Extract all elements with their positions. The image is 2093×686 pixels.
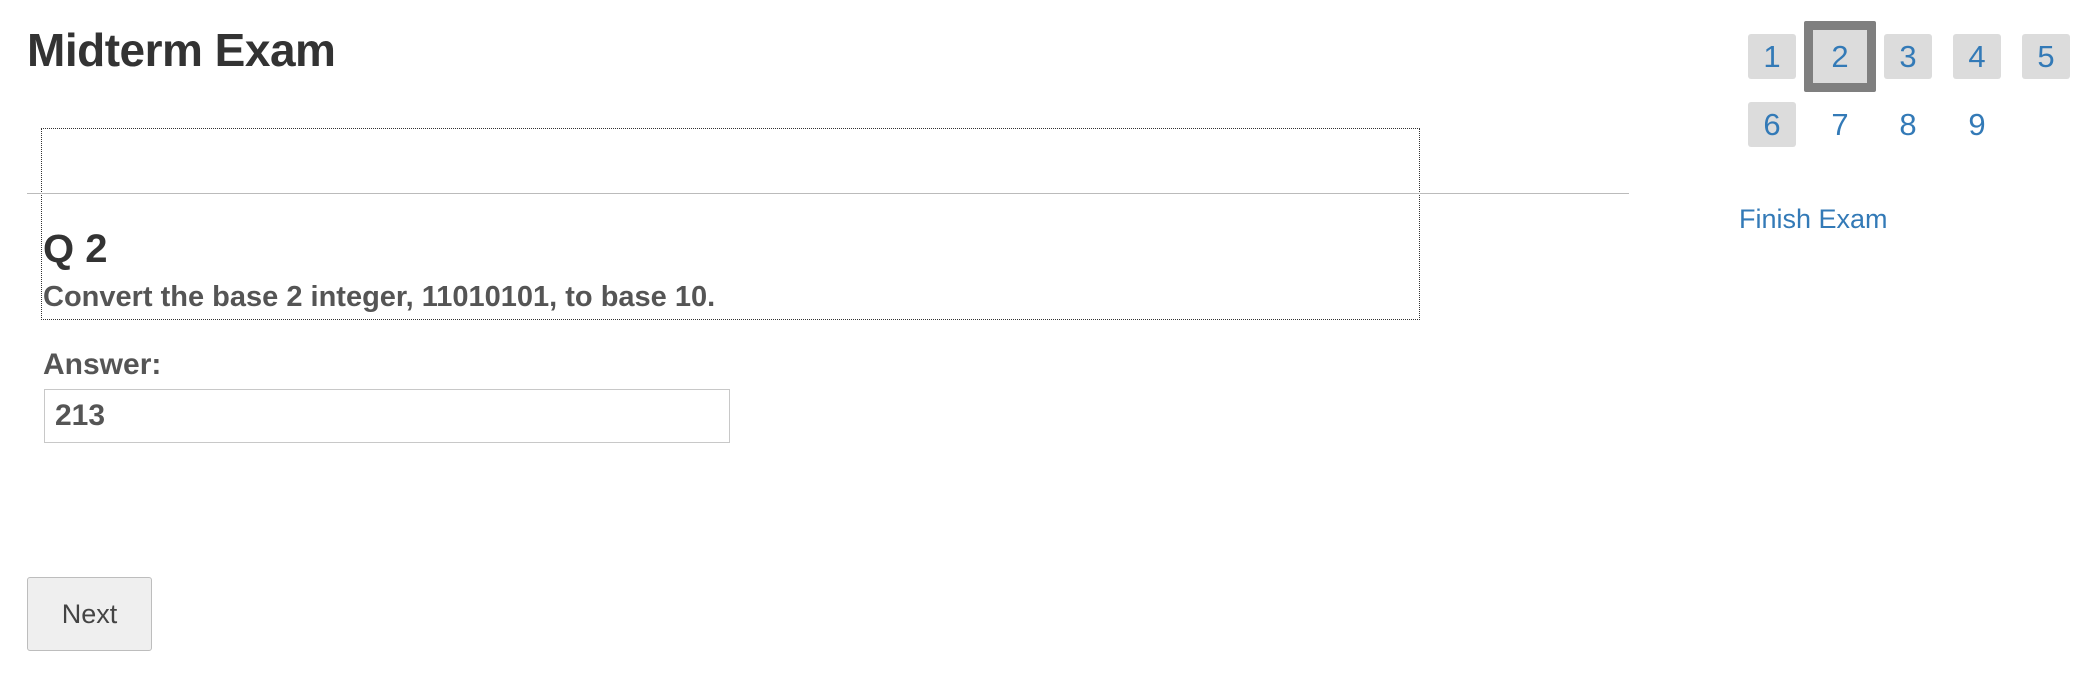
question-nav-item-8[interactable]: 8: [1884, 102, 1932, 147]
question-number: Q 2: [43, 227, 108, 271]
question-nav-item-6[interactable]: 6: [1748, 102, 1796, 147]
next-button[interactable]: Next: [27, 577, 152, 651]
page-title: Midterm Exam: [27, 24, 336, 76]
divider: [27, 193, 1629, 194]
answer-input[interactable]: [44, 389, 730, 443]
question-text: Convert the base 2 integer, 11010101, to…: [43, 281, 716, 313]
answer-label: Answer:: [43, 348, 162, 381]
exam-page: Midterm Exam Q 2 Convert the base 2 inte…: [0, 0, 2093, 686]
question-nav-item-7[interactable]: 7: [1816, 102, 1864, 147]
question-nav-item-3[interactable]: 3: [1884, 34, 1932, 79]
question-nav-item-4[interactable]: 4: [1953, 34, 2001, 79]
question-nav-item-9[interactable]: 9: [1953, 102, 2001, 147]
question-nav-item-5[interactable]: 5: [2022, 34, 2070, 79]
question-nav-item-2[interactable]: 2: [1804, 21, 1876, 92]
finish-exam-link[interactable]: Finish Exam: [1739, 202, 1888, 236]
question-nav-item-1[interactable]: 1: [1748, 34, 1796, 79]
